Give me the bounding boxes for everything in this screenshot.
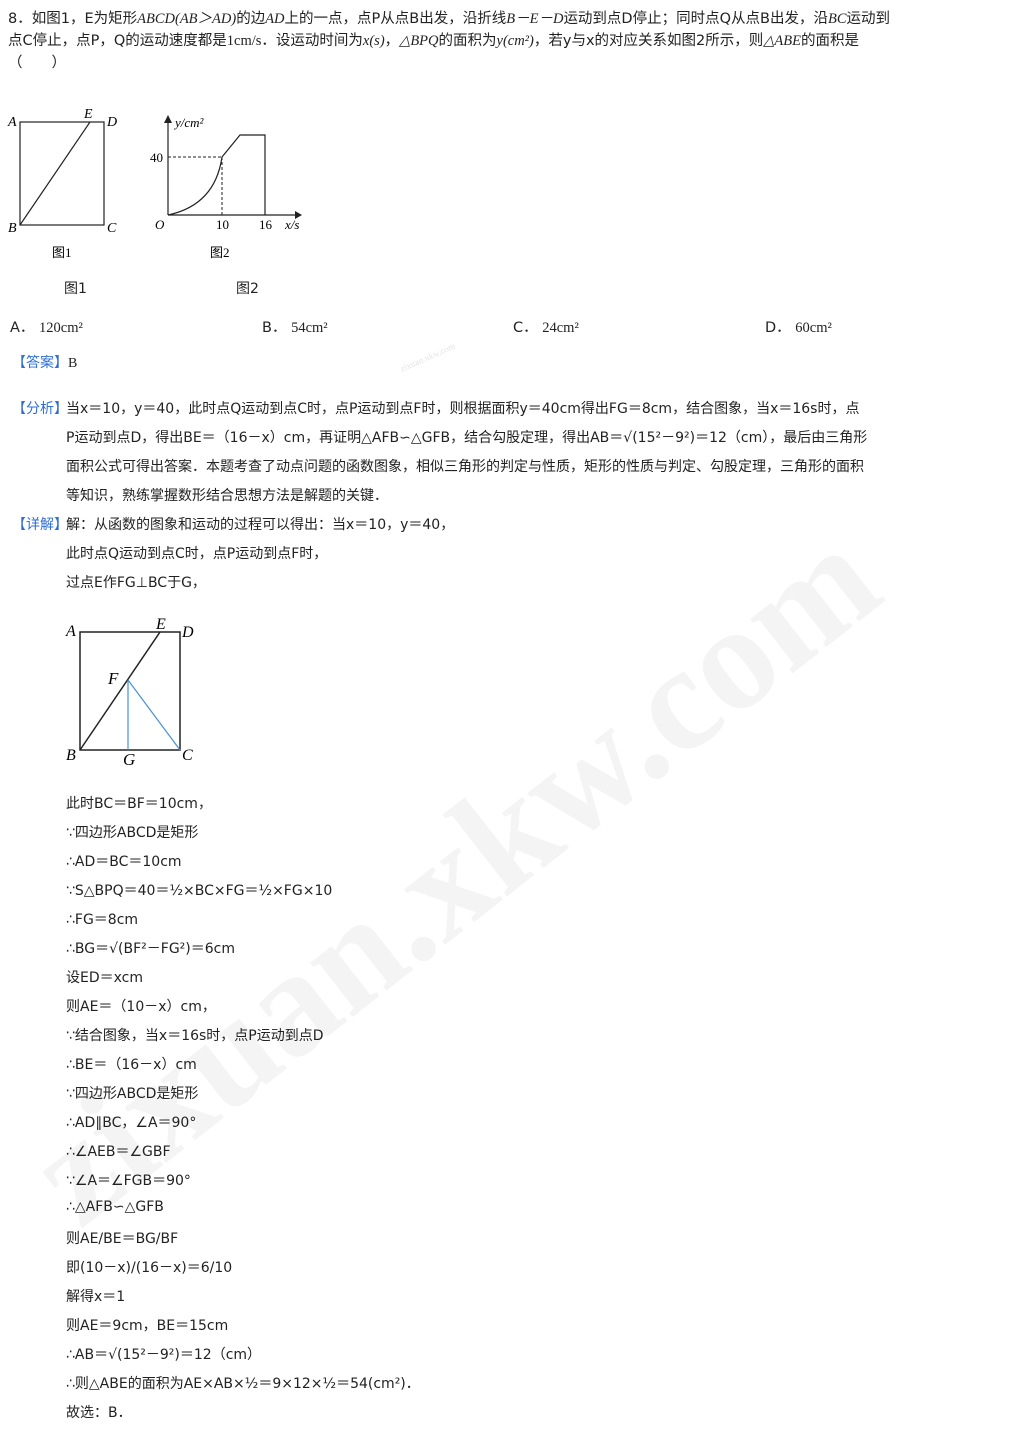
detail-label-f: F (107, 669, 119, 688)
detail-line-2: 此时点Q运动到点C时，点P运动到点F时， (66, 546, 328, 562)
detail-label-d: D (181, 624, 194, 641)
detail-label-b: B (66, 747, 76, 764)
fig1-label-a: A (7, 115, 17, 130)
detail-figure: A E D F B G C (65, 616, 194, 769)
analysis-line-4: 等知识，熟练掌握数形结合思想方法是解题的关键． (66, 488, 388, 504)
detail-step-14: ∵∠A＝∠FGB＝90° (66, 1173, 191, 1189)
detail-step-19: 则AE＝9cm，BE＝15cm (66, 1318, 229, 1334)
detail-step-3: ∴AD＝BC＝10cm (66, 854, 182, 870)
question-line-2: 点C停止，点P，Q的运动速度都是1cm/s．设运动时间为x(s)，△BPQ的面积… (8, 33, 859, 49)
detail-step-12: ∴AD∥BC，∠A＝90° (66, 1115, 197, 1131)
detail-step-22: 故选：B． (66, 1405, 132, 1421)
detail-step-20: ∴AB＝√(15²－9²)＝12（cm） (66, 1347, 262, 1363)
detail-line-1: 解：从函数的图象和运动的过程可以得出：当x＝10，y＝40， (66, 517, 455, 533)
detail-step-8: 则AE＝（10－x）cm， (66, 999, 216, 1015)
analysis-line-3: 面积公式可得出答案．本题考查了动点问题的函数图象，相似三角形的判定与性质，矩形的… (66, 459, 864, 475)
analysis-tag: 【分析】 (12, 401, 68, 417)
detail-step-2: ∵四边形ABCD是矩形 (66, 825, 199, 841)
fig1-label-e: E (83, 107, 93, 122)
detail-step-13: ∴∠AEB＝∠GBF (66, 1144, 171, 1160)
fig2-x10: 10 (216, 217, 229, 232)
fig2-x16: 16 (259, 217, 273, 232)
detail-step-6: ∴BG＝√(BF²－FG²)＝6cm (66, 941, 235, 957)
detail-label-a: A (65, 623, 76, 640)
answer-line: 【答案】B (12, 352, 77, 372)
detail-label-e: E (155, 616, 166, 633)
figure-2: y/cm² 40 O 10 16 x/s 图2 (150, 115, 302, 260)
fig1-label-c: C (107, 221, 117, 236)
option-b[interactable]: B． 54cm² (262, 316, 328, 337)
answer-value: B (68, 356, 78, 371)
detail-step-9: ∵结合图象，当x＝16s时，点P运动到点D (66, 1028, 324, 1044)
detail-step-10: ∴BE＝（16－x）cm (66, 1057, 197, 1073)
question-stem: 8．如图1，E为矩形ABCD(AB＞AD)的边AD上的一点，点P从点B出发，沿折… (8, 8, 1008, 74)
option-a[interactable]: A． 120cm² (10, 316, 83, 337)
figure-1: A E D B C 图1 (7, 107, 117, 260)
fig2-label: 图2 (236, 281, 259, 297)
fig2-xlabel: x/s (284, 217, 299, 232)
detail-line-3: 过点E作FG⊥BC于G， (66, 575, 206, 591)
detail-step-16: 则AE/BE＝BG/BF (66, 1231, 179, 1247)
fig1-label-d: D (106, 115, 117, 130)
detail-label-g: G (123, 750, 135, 769)
detail-step-5: ∴FG＝8cm (66, 912, 139, 928)
detail-step-21: ∴则△ABE的面积为AE×AB×½＝9×12×½＝54(cm²)． (66, 1376, 420, 1392)
detail-tag: 【详解】 (12, 517, 68, 533)
answer-tag: 【答案】 (12, 355, 68, 371)
fig2-caption: 图2 (210, 245, 230, 260)
question-line-1: 8．如图1，E为矩形ABCD(AB＞AD)的边AD上的一点，点P从点B出发，沿折… (8, 11, 890, 27)
detail-step-17: 即(10－x)/(16－x)＝6/10 (66, 1260, 233, 1276)
fig1-label-b: B (8, 221, 17, 236)
detail-step-4: ∵S△BPQ＝40＝½×BC×FG＝½×FG×10 (66, 883, 333, 899)
option-d[interactable]: D． 60cm² (765, 316, 832, 337)
question-line-3: （ ） (8, 55, 66, 71)
fig1-label: 图1 (64, 281, 87, 297)
detail-step-7: 设ED＝xcm (66, 970, 143, 986)
analysis-line-2: P运动到点D，得出BE＝（16－x）cm，再证明△AFB∽△GFB，结合勾股定理… (66, 430, 868, 446)
detail-step-11: ∵四边形ABCD是矩形 (66, 1086, 199, 1102)
detail-step-15: ∴△AFB∽△GFB (66, 1199, 164, 1215)
detail-step-18: 解得x＝1 (66, 1289, 126, 1305)
watermark-small-text: zixuan.xkw.com (399, 341, 457, 374)
fig1-caption: 图1 (52, 245, 72, 260)
fig2-ylabel: y/cm² (173, 115, 205, 130)
fig2-origin: O (155, 217, 165, 232)
detail-label-c: C (182, 747, 193, 764)
option-c[interactable]: C． 24cm² (513, 316, 579, 337)
fig2-y40: 40 (150, 150, 163, 165)
detail-step-1: 此时BC＝BF＝10cm， (66, 796, 212, 812)
analysis-line-1: 当x＝10，y＝40，此时点Q运动到点C时，点P运动到点F时，则根据面积y＝40… (66, 401, 860, 417)
